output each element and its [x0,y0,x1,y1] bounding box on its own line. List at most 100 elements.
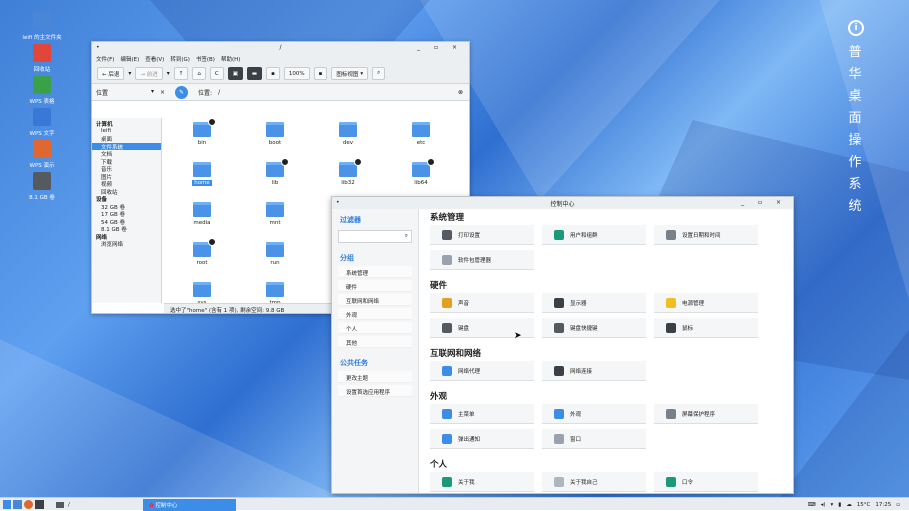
sidebar-item[interactable]: 17 GB 卷 [92,210,161,218]
terminal-launcher-icon[interactable] [35,500,44,509]
menu-item[interactable]: 编辑(E) [120,55,139,63]
sidebar-item[interactable]: 桌面 [92,135,161,143]
up-button[interactable]: ↑ [173,67,189,80]
sidebar-item[interactable]: 回收站 [92,188,161,196]
group-item[interactable]: 互联网和网络 [338,294,412,306]
sidebar-item[interactable]: 视频 [92,180,161,188]
menu-item[interactable]: 帮助(H) [221,55,240,63]
task-item[interactable]: 更改主题 [338,371,412,383]
settings-item[interactable]: 网络代理 [430,361,534,381]
desktop-icon[interactable]: WPS 演示 [14,140,70,169]
sidebar-item[interactable]: 文档 [92,150,161,158]
file-manager-titlebar[interactable]: • / _ ▫ × [92,42,469,54]
back-button[interactable]: ← 后退 [97,67,125,80]
settings-item[interactable]: 主菜单 [430,404,534,424]
volume-tray-icon[interactable]: ◂) [821,502,826,508]
menu-item[interactable]: 查看(V) [145,55,164,63]
settings-item[interactable]: 键盘快捷键 [542,318,646,338]
desktop-icon[interactable]: 8.1 GB 卷 [14,172,70,201]
taskbar-window-control-center[interactable]: ✿ 控制中心 [143,499,236,511]
settings-item[interactable]: 用户和组群 [542,225,646,245]
show-desktop-icon[interactable]: ▫ [896,502,900,508]
forward-button[interactable]: → 前进 [135,67,163,80]
sidebar-item[interactable]: 54 GB 卷 [92,218,161,226]
settings-item[interactable]: 关于我 [430,472,534,492]
computer-icon[interactable]: ▣ [227,67,243,80]
group-item[interactable]: 外观 [338,308,412,320]
desktop-icon[interactable]: WPS 文字 [14,108,70,137]
file-manager-launcher-icon[interactable] [13,500,22,509]
settings-item[interactable]: 软件包管理器 [430,250,534,270]
window-controls[interactable]: _ ▫ × [417,44,463,51]
sidebar-item[interactable]: 图片 [92,173,161,181]
folder-item[interactable]: tmp [255,282,295,303]
settings-item[interactable]: 网络连接 [542,361,646,381]
group-item[interactable]: 其他 [338,336,412,348]
folder-item[interactable]: home [182,162,222,186]
folder-item[interactable]: media [182,202,222,226]
settings-item[interactable]: 关于我自己 [542,472,646,492]
battery-tray-icon[interactable]: ▮ [838,502,841,508]
clear-location-icon[interactable]: ⊗ [458,89,463,96]
sidebar-item[interactable]: 文件系统 [92,142,161,151]
folder-item[interactable]: lib64 [401,158,441,186]
menu-item[interactable]: 转到(G) [170,55,190,63]
settings-item[interactable]: 屏幕保护程序 [654,404,758,424]
settings-item[interactable]: 外观 [542,404,646,424]
search-icon[interactable]: ⌕ [372,67,386,80]
group-item[interactable]: 个人 [338,322,412,334]
settings-item[interactable]: 设置日期和时间 [654,225,758,245]
folder-item[interactable]: etc [401,122,441,146]
close-sidebar-icon[interactable]: × [160,89,165,96]
folder-item[interactable]: root [182,238,222,266]
desktop-icon[interactable]: WPS 表格 [14,76,70,105]
settings-item[interactable]: 口令 [654,472,758,492]
folder-item[interactable]: mnt [255,202,295,226]
folder-item[interactable]: lib [255,158,295,186]
settings-item[interactable]: 弹出通知 [430,429,534,449]
clock[interactable]: 17:25 [875,502,891,508]
monitor-icon[interactable]: ▬ [246,67,263,80]
weather-text[interactable]: 15°C [857,502,871,508]
group-item[interactable]: 硬件 [338,280,412,292]
network-tray-icon[interactable]: ▾ [831,502,834,508]
back-history-icon[interactable]: ▾ [128,70,131,77]
desktop-icon[interactable]: 回收站 [14,44,70,73]
group-item[interactable]: 系统管理 [338,266,412,278]
window-controls[interactable]: _ ▫ × [741,199,787,206]
task-item[interactable]: 设置首选应用程序 [338,385,412,397]
folder-item[interactable]: run [255,242,295,266]
settings-item[interactable]: 显示器 [542,293,646,313]
settings-item[interactable]: 电源管理 [654,293,758,313]
menu-item[interactable]: 文件(F) [96,55,114,63]
edit-location-icon[interactable]: ✎ [175,85,189,99]
desktop-icon[interactable]: leifi 的主文件夹 [14,12,70,41]
folder-item[interactable]: sys [182,282,222,303]
sidebar-item[interactable]: leifi [92,128,161,136]
reload-button[interactable]: C [209,67,224,80]
forward-history-icon[interactable]: ▾ [167,70,170,77]
settings-item[interactable]: 打印设置 [430,225,534,245]
sidebar-mode-select[interactable]: 位置 ▾ [92,88,154,97]
taskbar-window-files[interactable]: / [56,500,136,509]
sidebar-item[interactable]: 音乐 [92,165,161,173]
settings-item[interactable]: 鼠标 [654,318,758,338]
location-path[interactable]: / [218,89,220,96]
sidebar-item[interactable]: 浏览网络 [92,240,161,248]
folder-item[interactable]: dev [328,122,368,146]
folder-item[interactable]: lib32 [328,158,368,186]
settings-item[interactable]: 声音 [430,293,534,313]
menu-item[interactable]: 书签(B) [196,55,215,63]
zoom-in-icon[interactable]: ▪ [313,67,328,80]
folder-item[interactable]: bin [182,118,222,146]
sidebar-item[interactable]: 下载 [92,158,161,166]
view-mode-select[interactable]: 图标视图 ▾ [331,67,369,80]
start-menu-icon[interactable] [3,500,11,509]
browser-launcher-icon[interactable] [24,500,33,509]
folder-item[interactable]: boot [255,122,295,146]
keyboard-tray-icon[interactable]: ⌨ [808,502,816,508]
sidebar-item[interactable]: 32 GB 卷 [92,203,161,211]
settings-item[interactable]: 窗口 [542,429,646,449]
control-center-window[interactable]: • 控制中心 _ ▫ × 过滤器 ⌕ 分组 系统管理 硬件 互联网和网络 外观 个人 其他… [331,196,794,494]
zoom-out-icon[interactable]: ▪ [266,67,280,80]
